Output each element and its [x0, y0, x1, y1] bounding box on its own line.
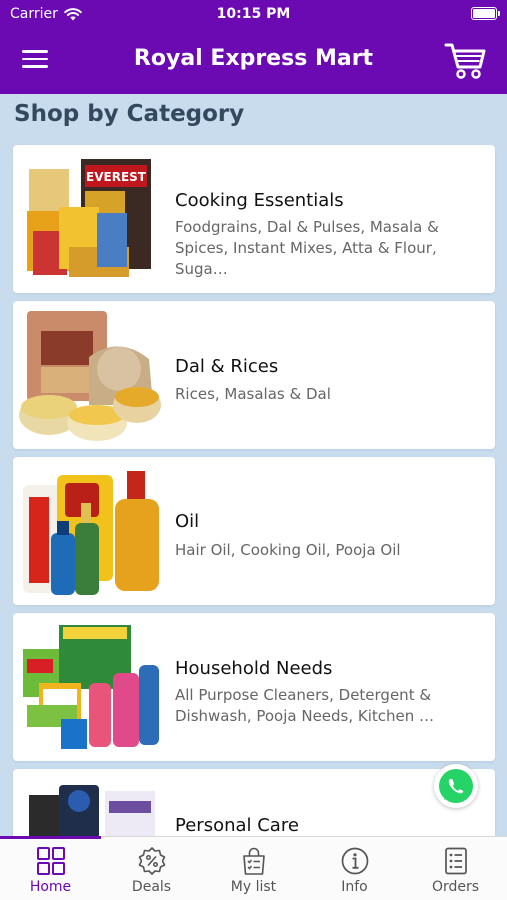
shopping-bag-list-icon [243, 847, 265, 875]
category-card-oil[interactable]: Oil Hair Oil, Cooking Oil, Pooja Oil [13, 457, 495, 605]
category-card-dal-rices[interactable]: Dal & Rices Rices, Masalas & Dal [13, 301, 495, 449]
category-subtitle: Rices, Masalas & Dal [175, 385, 331, 403]
tab-home[interactable]: Home [0, 837, 101, 900]
tab-deals[interactable]: Deals [101, 837, 202, 900]
dal-rices-image [19, 311, 161, 441]
tab-label: My list [230, 879, 277, 895]
clock: 10:15 PM [216, 6, 291, 22]
grid-icon [37, 847, 65, 875]
tab-label: Orders [431, 879, 480, 895]
status-bar: Carrier 10:15 PM [0, 0, 507, 28]
whatsapp-button[interactable] [434, 764, 478, 808]
category-card-household-needs[interactable]: Household Needs All Purpose Cleaners, De… [13, 613, 495, 761]
tab-orders[interactable]: Orders [405, 837, 506, 900]
category-subtitle: All Purpose Cleaners, Detergent & Dishwa… [175, 686, 435, 725]
tab-my-list[interactable]: My list [203, 837, 304, 900]
category-name: Cooking Essentials [175, 190, 344, 211]
category-subtitle: Foodgrains, Dal & Pulses, Masala & Spice… [175, 218, 439, 278]
personal-care-image [29, 785, 155, 839]
category-name: Household Needs [175, 658, 333, 679]
tab-label: Home [29, 879, 72, 895]
category-name: Personal Care [175, 815, 299, 836]
discount-icon [138, 847, 166, 875]
category-subtitle: Hair Oil, Cooking Oil, Pooja Oil [175, 541, 401, 559]
svg-text:EVEREST: EVEREST [86, 170, 147, 184]
app-header: Royal Express Mart [0, 28, 507, 94]
tab-info[interactable]: Info [304, 837, 405, 900]
category-name: Dal & Rices [175, 356, 279, 377]
household-needs-image [23, 625, 159, 749]
oil-image [23, 471, 159, 595]
cooking-essentials-image: EVEREST [27, 159, 151, 277]
info-icon [341, 847, 369, 875]
battery-icon [471, 7, 500, 20]
bottom-tab-bar: Home Deals My list Info Orders [0, 836, 507, 900]
orders-list-icon [445, 847, 467, 875]
tab-label: Info [341, 879, 368, 895]
whatsapp-icon [439, 769, 473, 803]
cart-icon[interactable] [443, 40, 487, 82]
tab-label: Deals [131, 879, 172, 895]
app-title: Royal Express Mart [133, 46, 374, 71]
section-title: Shop by Category [14, 101, 245, 127]
category-name: Oil [175, 511, 200, 532]
category-card-personal-care[interactable]: Personal Care [13, 769, 495, 839]
category-card-cooking-essentials[interactable]: EVEREST Cooking Essentials Foodgrains, D… [13, 145, 495, 293]
